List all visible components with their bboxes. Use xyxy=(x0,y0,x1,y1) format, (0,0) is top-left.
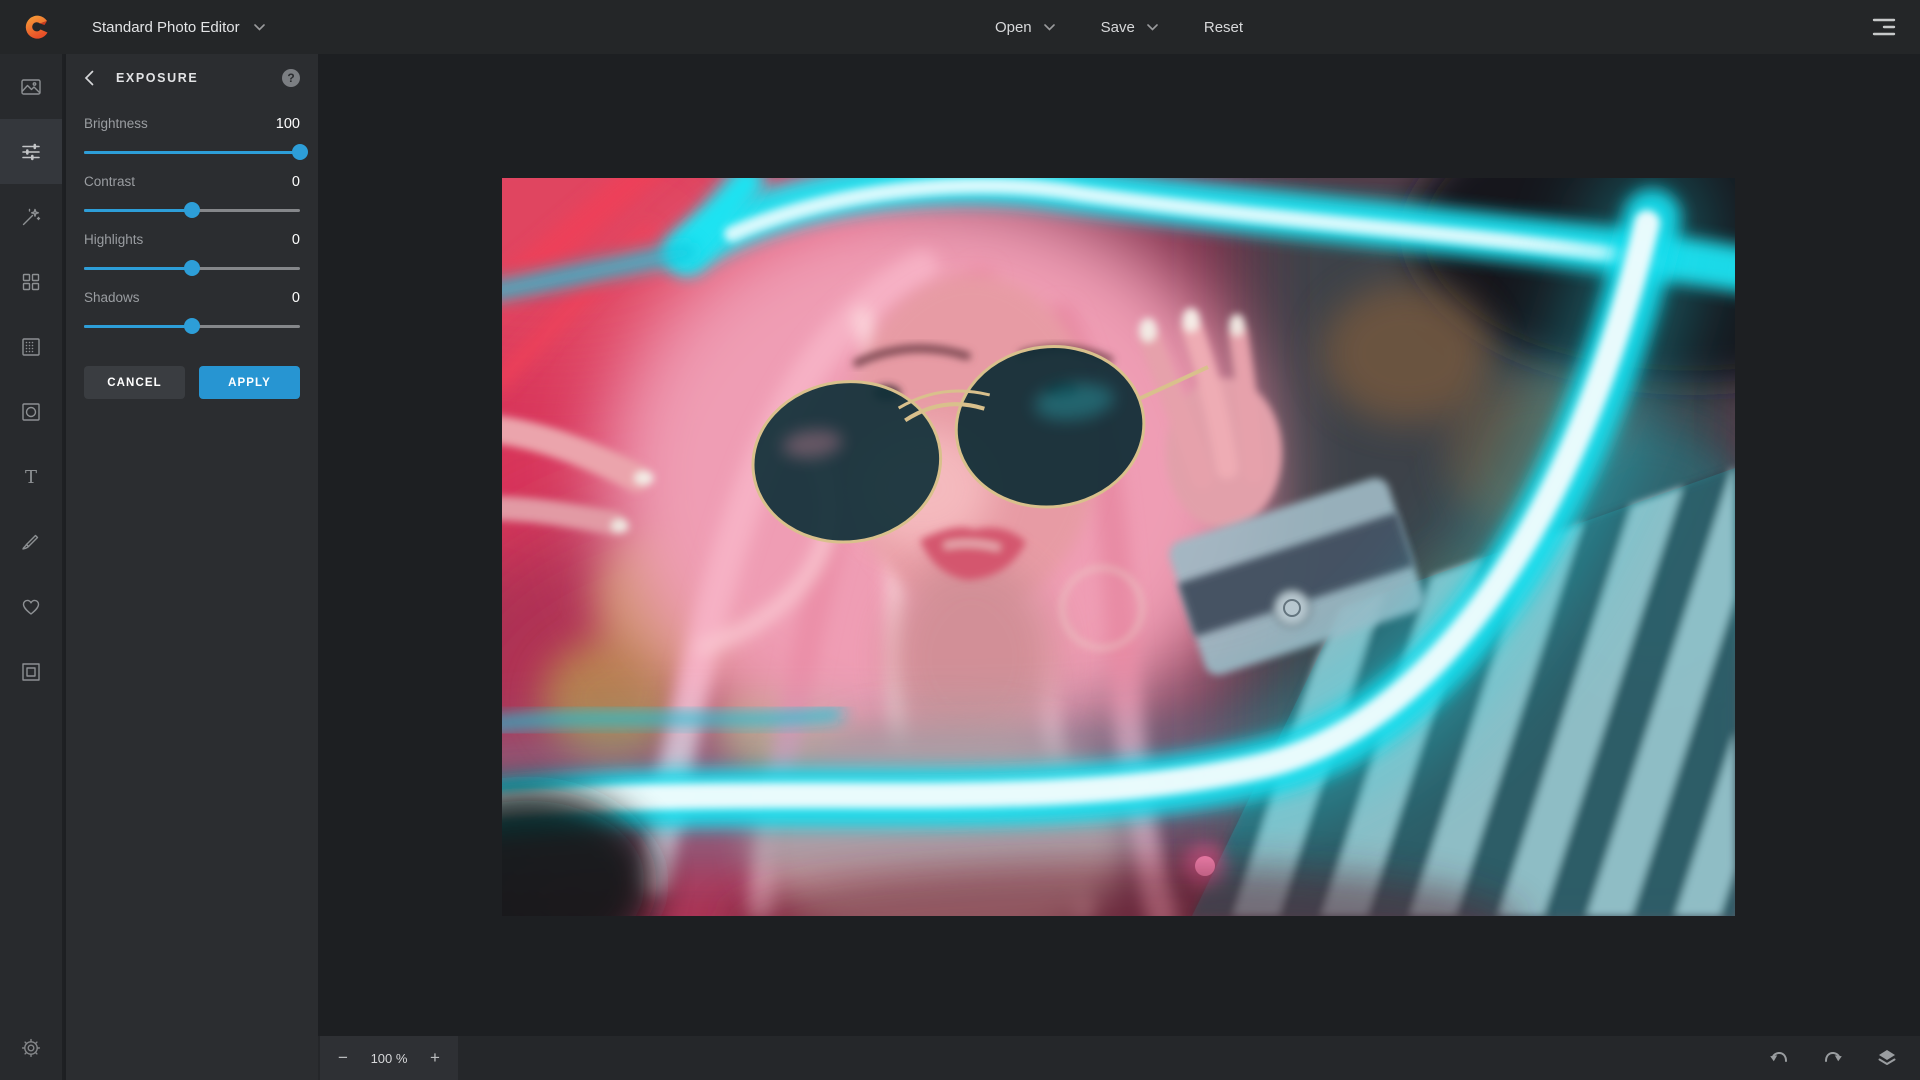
redo-icon[interactable] xyxy=(1822,1048,1844,1068)
rail-item-masks[interactable] xyxy=(0,379,62,444)
rail-item-effects[interactable] xyxy=(0,184,62,249)
rail-item-text[interactable]: T xyxy=(0,444,62,509)
editor-mode-dropdown[interactable]: Standard Photo Editor xyxy=(92,0,265,54)
app-logo-icon[interactable] xyxy=(24,14,50,40)
zoom-control: − 100 % + xyxy=(320,1036,458,1080)
zoom-in-button[interactable]: + xyxy=(426,1048,444,1068)
top-menu: Open Save Reset xyxy=(318,0,1920,54)
rail-item-settings[interactable] xyxy=(0,1015,62,1080)
slider-shadows: Shadows 0 xyxy=(84,290,300,334)
slider-label: Contrast xyxy=(84,174,135,189)
frame-icon xyxy=(19,660,43,684)
chevron-down-icon xyxy=(1044,24,1055,31)
slider-track[interactable] xyxy=(84,318,300,334)
save-label: Save xyxy=(1101,19,1135,36)
help-icon[interactable]: ? xyxy=(282,69,300,87)
magic-wand-icon xyxy=(19,205,43,229)
slider-label: Shadows xyxy=(84,290,140,305)
back-button[interactable] xyxy=(84,70,100,86)
chevron-down-icon xyxy=(1147,24,1158,31)
bottom-bar: − 100 % + xyxy=(318,1036,1920,1080)
slider-contrast: Contrast 0 xyxy=(84,174,300,218)
filters-grid-icon xyxy=(19,270,43,294)
panel-title: EXPOSURE xyxy=(116,71,266,85)
open-label: Open xyxy=(995,19,1032,36)
cancel-button[interactable]: CANCEL xyxy=(84,366,185,399)
slider-track[interactable] xyxy=(84,260,300,276)
panel-header: EXPOSURE ? xyxy=(84,54,300,102)
save-menu-button[interactable]: Save xyxy=(1101,19,1158,36)
mask-icon xyxy=(19,400,43,424)
editor-mode-label: Standard Photo Editor xyxy=(92,19,240,36)
rail-item-overlays[interactable] xyxy=(0,314,62,379)
gear-icon xyxy=(19,1036,43,1060)
rail-spacer xyxy=(0,704,62,1015)
history-controls xyxy=(1768,1048,1898,1068)
tool-rail: T xyxy=(0,54,64,1080)
rail-item-frames[interactable] xyxy=(0,639,62,704)
slider-label: Brightness xyxy=(84,116,148,131)
slider-thumb[interactable] xyxy=(292,144,308,160)
photo-icon xyxy=(19,75,43,99)
rail-item-photo[interactable] xyxy=(0,54,62,119)
undo-icon[interactable] xyxy=(1768,1048,1790,1068)
slider-fill xyxy=(84,209,192,212)
reset-button[interactable]: Reset xyxy=(1204,19,1243,36)
rail-item-filters[interactable] xyxy=(0,249,62,314)
slider-highlights: Highlights 0 xyxy=(84,232,300,276)
slider-value: 100 xyxy=(276,116,300,132)
open-menu-button[interactable]: Open xyxy=(995,19,1055,36)
adjustments-icon xyxy=(19,140,43,164)
canvas-area: − 100 % + xyxy=(318,54,1920,1080)
slider-thumb[interactable] xyxy=(184,260,200,276)
chevron-left-icon xyxy=(84,70,94,86)
top-bar: Standard Photo Editor Open Save Reset xyxy=(0,0,1920,54)
zoom-out-button[interactable]: − xyxy=(334,1048,352,1068)
layers-icon[interactable] xyxy=(1876,1048,1898,1068)
slider-track[interactable] xyxy=(84,144,300,160)
slider-value: 0 xyxy=(292,232,300,248)
slider-value: 0 xyxy=(292,290,300,306)
svg-text:T: T xyxy=(25,467,37,488)
photo-image xyxy=(502,178,1735,916)
slider-label: Highlights xyxy=(84,232,143,247)
heart-icon xyxy=(19,595,43,619)
text-tool-icon: T xyxy=(19,465,43,489)
slider-thumb[interactable] xyxy=(184,318,200,334)
rail-item-draw[interactable] xyxy=(0,509,62,574)
reset-label: Reset xyxy=(1204,19,1243,36)
rail-item-graphics[interactable] xyxy=(0,574,62,639)
draw-pen-icon xyxy=(19,530,43,554)
rail-item-adjustments[interactable] xyxy=(0,119,62,184)
slider-fill xyxy=(84,267,192,270)
slider-fill xyxy=(84,325,192,328)
main-menu-icon[interactable] xyxy=(1872,17,1896,37)
chevron-down-icon xyxy=(254,24,265,31)
zoom-level: 100 % xyxy=(371,1051,408,1066)
slider-brightness: Brightness 100 xyxy=(84,116,300,160)
slider-track[interactable] xyxy=(84,202,300,218)
apply-button[interactable]: APPLY xyxy=(199,366,300,399)
panel-actions: CANCEL APPLY xyxy=(84,366,300,399)
slider-value: 0 xyxy=(292,174,300,190)
slider-thumb[interactable] xyxy=(184,202,200,218)
photo-editor-app: Standard Photo Editor Open Save Reset xyxy=(0,0,1920,1080)
photo-canvas[interactable] xyxy=(502,178,1735,916)
overlays-icon xyxy=(19,335,43,359)
slider-fill xyxy=(84,151,300,154)
exposure-panel: EXPOSURE ? Brightness 100 Contrast 0 xyxy=(66,54,318,1080)
